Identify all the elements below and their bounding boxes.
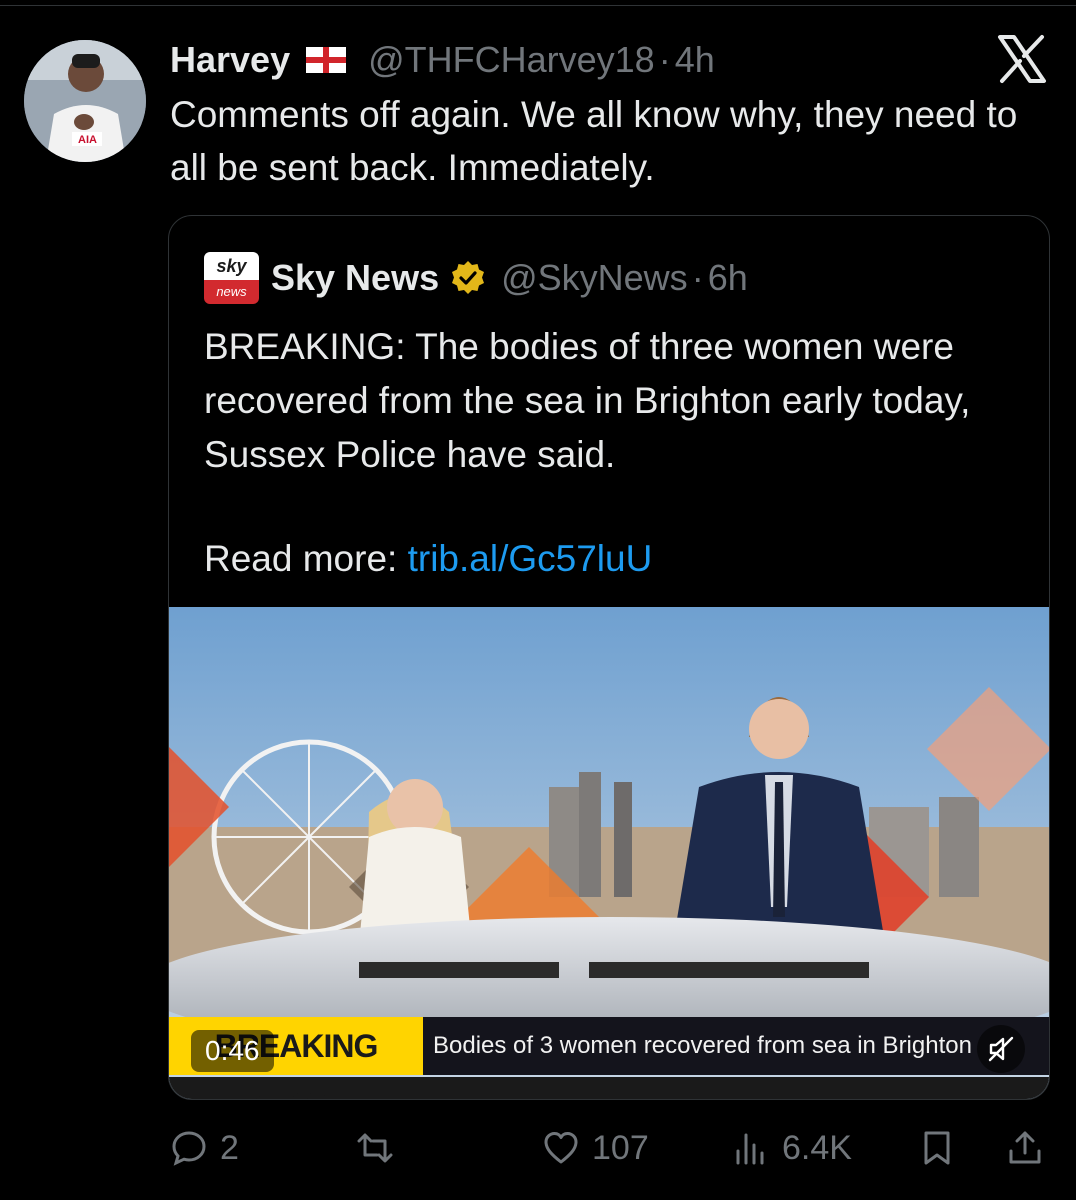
sky-logo-bottom: news [204, 280, 259, 304]
like-count: 107 [592, 1128, 649, 1167]
separator: · [658, 39, 671, 80]
quote-handle[interactable]: @SkyNews [501, 257, 688, 299]
views-count: 6.4K [782, 1128, 852, 1167]
share-button[interactable] [1006, 1118, 1044, 1178]
bookmark-button[interactable] [918, 1118, 956, 1178]
read-more: Read more: trib.al/Gc57luU [204, 532, 652, 586]
verified-gold-icon [452, 261, 485, 294]
heart-icon [544, 1132, 578, 1164]
england-flag-icon [306, 47, 347, 73]
timestamp[interactable]: 4h [675, 39, 715, 81]
x-logo[interactable] [996, 34, 1048, 84]
quote-text: BREAKING: The bodies of three women were… [204, 326, 971, 475]
read-more-link[interactable]: trib.al/Gc57luU [408, 538, 653, 579]
video-player[interactable]: BREAKING NEWS Bodies of 3 women recovere… [169, 607, 1049, 1099]
video-duration: 0:46 [191, 1030, 274, 1072]
bookmark-icon [924, 1131, 950, 1165]
retweet-button[interactable] [356, 1118, 406, 1178]
quote-display-name[interactable]: Sky News [271, 257, 439, 299]
ticker-headline: Bodies of 3 women recovered from sea in … [423, 1017, 1049, 1075]
views-bar-chart-icon [736, 1133, 764, 1165]
avatar-image: AIA [24, 40, 146, 162]
quote-timestamp[interactable]: 6h [708, 257, 748, 299]
author-display-name[interactable]: Harvey [170, 39, 290, 81]
tweet-text: Comments off again. We all know why, the… [170, 94, 1018, 188]
reply-count: 2 [220, 1128, 239, 1167]
svg-text:AIA: AIA [78, 134, 97, 146]
author-handle[interactable]: @THFCHarvey18 [368, 39, 655, 81]
avatar[interactable]: AIA [24, 40, 146, 162]
tweet-header: Harvey @THFCHarvey18 · 4h [170, 36, 715, 84]
reply-button[interactable]: 2 [170, 1118, 239, 1178]
tweet-actions: 2 107 6.4K [170, 1118, 1050, 1178]
retweet-icon [357, 1133, 393, 1163]
like-button[interactable]: 107 [542, 1118, 649, 1178]
quote-tweet-card[interactable]: sky news Sky News @SkyNews · 6h BREAKING… [168, 215, 1050, 1100]
quote-separator: · [691, 257, 704, 298]
speaker-muted-icon [988, 1036, 1014, 1062]
sky-logo-top: sky [204, 252, 259, 280]
reply-icon [172, 1131, 206, 1166]
divider [0, 5, 1076, 6]
views-button[interactable]: 6.4K [732, 1118, 852, 1178]
breaking-news-ticker: BREAKING NEWS Bodies of 3 women recovere… [169, 1017, 1049, 1099]
share-icon [1009, 1131, 1041, 1164]
mute-button[interactable] [977, 1025, 1025, 1073]
sky-news-avatar[interactable]: sky news [204, 252, 259, 304]
quote-header: sky news Sky News @SkyNews · 6h [204, 250, 748, 306]
read-more-label: Read more: [204, 538, 398, 579]
